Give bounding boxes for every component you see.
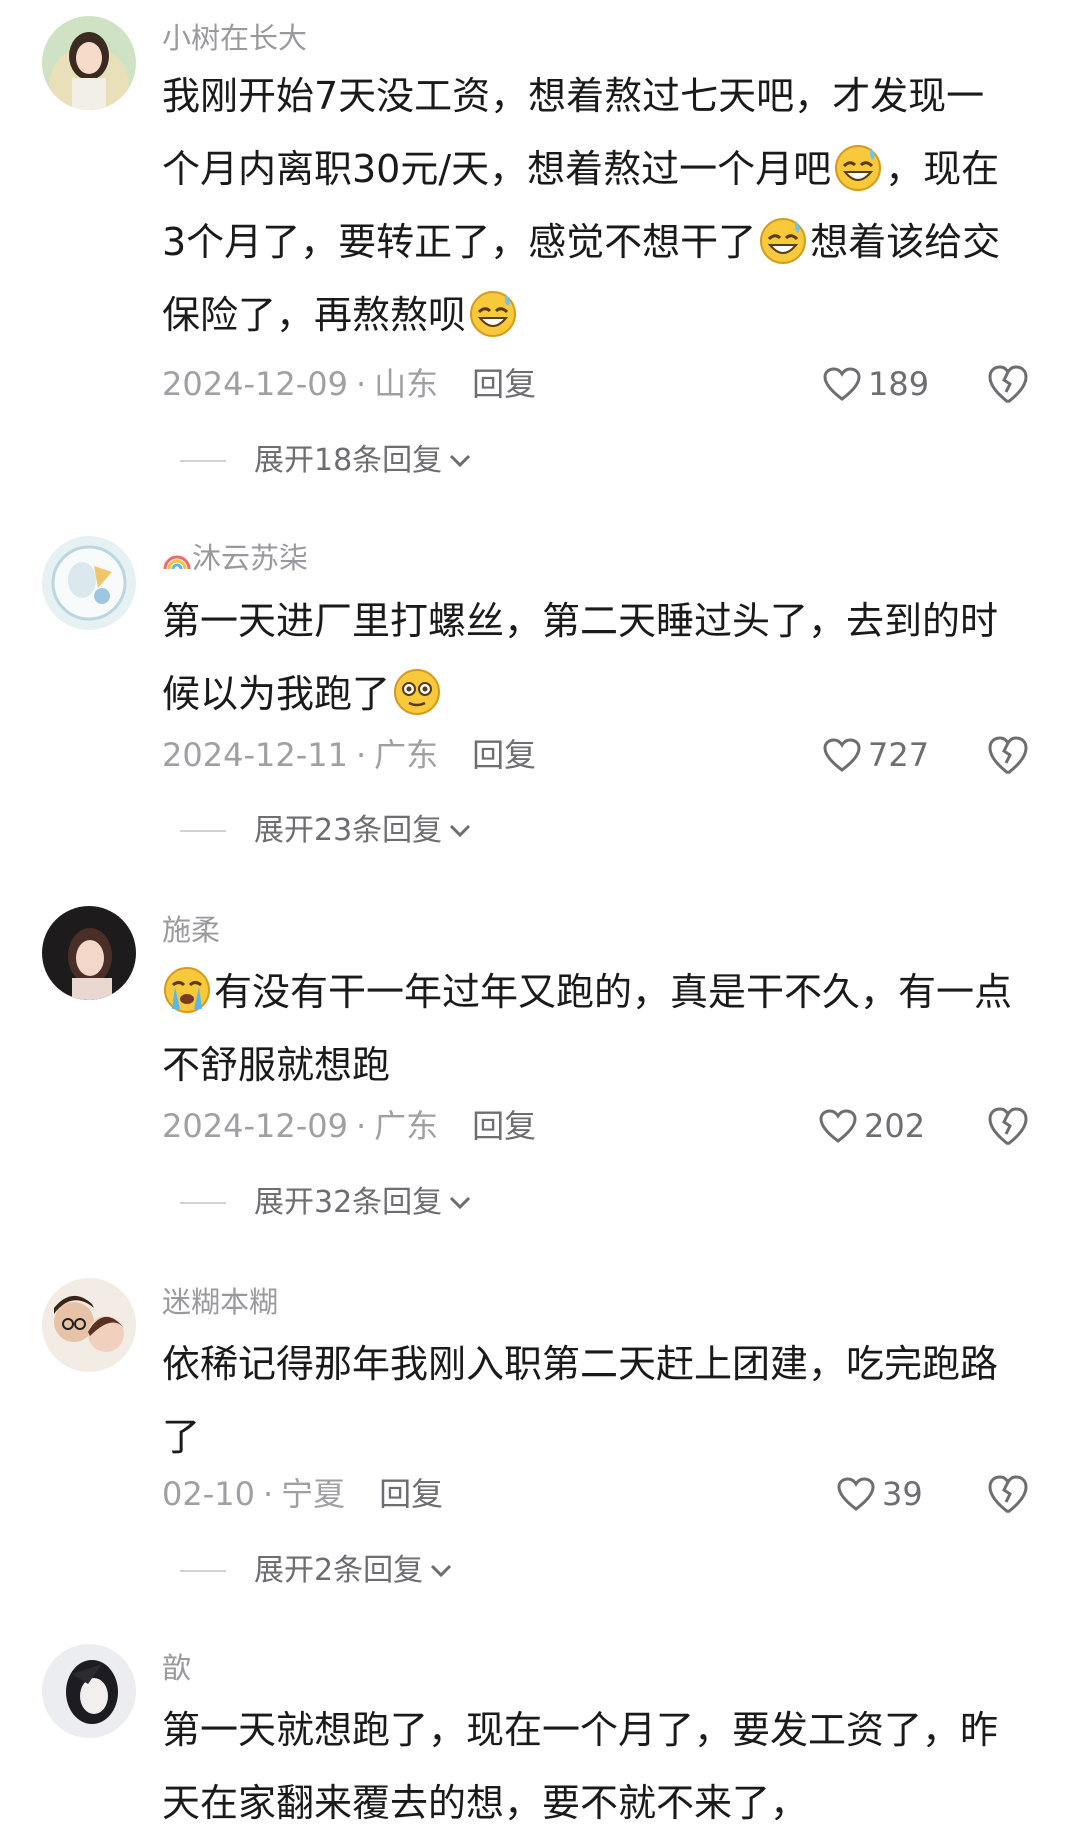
- comment-segment: 个月内离职30元/天，想着熬过一个月吧: [162, 147, 832, 191]
- comment-location: 山东: [374, 365, 439, 403]
- comment-location: 广东: [374, 736, 439, 774]
- username-text: 沐云苏柒: [192, 541, 309, 575]
- comment-line: 不舒服就想跑: [162, 1043, 391, 1087]
- comment-segment: 想着该给交: [810, 220, 1001, 264]
- avatar[interactable]: [42, 536, 136, 630]
- like-button[interactable]: 727: [822, 733, 929, 777]
- comment-line: 个月内离职30元/天，想着熬过一个月吧 ，现在: [162, 133, 1042, 206]
- divider: [180, 1202, 226, 1204]
- like-count: 202: [864, 1107, 926, 1145]
- broken-heart-icon[interactable]: [986, 362, 1030, 406]
- reply-button[interactable]: 回复: [379, 1475, 443, 1513]
- comment-segment: 3个月了，要转正了，感觉不想干了: [162, 220, 757, 264]
- sweat-grin-emoji-icon: [835, 145, 882, 191]
- sweat-grin-emoji-icon: [470, 291, 517, 337]
- expand-replies-button[interactable]: 展开32条回复: [180, 1182, 472, 1224]
- avatar[interactable]: [42, 1278, 136, 1372]
- comment-date: 2024-12-09: [162, 1107, 348, 1145]
- expand-replies-button[interactable]: 展开18条回复: [180, 440, 472, 482]
- heart-icon: [823, 738, 861, 772]
- comment-date: 02-10: [162, 1475, 255, 1513]
- divider: [180, 460, 226, 462]
- comment-line: 天在家翻来覆去的想，要不就不来了，: [162, 1781, 809, 1825]
- comment-line: 依稀记得那年我刚入职第二天赶上团建，吃完跑路: [162, 1342, 999, 1386]
- like-button[interactable]: 202: [818, 1104, 925, 1148]
- divider: [180, 830, 226, 832]
- broken-heart-icon[interactable]: [986, 1472, 1030, 1516]
- comment-meta: 2024-12-09 · 山东 回复: [162, 365, 537, 403]
- heart-icon: [837, 1477, 875, 1511]
- heart-icon: [823, 367, 861, 401]
- username[interactable]: 迷糊本糊: [162, 1282, 278, 1322]
- comment-text: 第一天进厂里打螺丝，第二天睡过头了，去到的时 候以为我跑了: [162, 585, 1042, 731]
- divider: [180, 1570, 226, 1572]
- comment-line: 第一天进厂里打螺丝，第二天睡过头了，去到的时: [162, 599, 999, 643]
- chevron-down-icon: [431, 1564, 452, 1578]
- like-count: 39: [882, 1475, 923, 1513]
- comment-text: 依稀记得那年我刚入职第二天赶上团建，吃完跑路 了: [162, 1328, 1042, 1474]
- broken-heart-icon[interactable]: [986, 733, 1030, 777]
- rainbow-icon: [163, 555, 191, 570]
- reply-button[interactable]: 回复: [472, 736, 536, 774]
- chevron-down-icon: [450, 824, 471, 838]
- username[interactable]: 小树在长大: [162, 18, 307, 58]
- like-button[interactable]: 189: [822, 362, 929, 406]
- comment-line: 候以为我跑了: [162, 658, 1042, 731]
- reply-button[interactable]: 回复: [472, 1107, 536, 1145]
- avatar[interactable]: [42, 1644, 136, 1738]
- comment-meta: 2024-12-11 · 广东 回复: [162, 736, 537, 774]
- crying-face-emoji-icon: [164, 967, 210, 1013]
- expand-label: 展开2条回复: [254, 1553, 424, 1588]
- comment-segment: 有没有干一年过年又跑的，真是干不久，有一点: [214, 970, 1013, 1014]
- comment-text: 我刚开始7天没工资，想着熬过七天吧，才发现一 个月内离职30元/天，想着熬过一个…: [162, 60, 1042, 352]
- like-button[interactable]: 39: [836, 1472, 923, 1516]
- heart-icon: [819, 1109, 857, 1143]
- username[interactable]: 沐云苏柒: [162, 538, 308, 578]
- username[interactable]: 施柔: [162, 910, 220, 950]
- expand-label: 展开18条回复: [254, 443, 443, 478]
- comment-list: 小树在长大 我刚开始7天没工资，想着熬过七天吧，才发现一 个月内离职30元/天，…: [0, 0, 1080, 1825]
- comment-line: 3个月了，要转正了，感觉不想干了 想着该给交: [162, 206, 1042, 279]
- username[interactable]: 歆: [162, 1648, 191, 1688]
- avatar[interactable]: [42, 906, 136, 1000]
- like-count: 189: [868, 365, 930, 403]
- like-count: 727: [868, 736, 930, 774]
- comment-text: 第一天就想跑了，现在一个月了，要发工资了，昨 天在家翻来覆去的想，要不就不来了，: [162, 1694, 1042, 1840]
- chevron-down-icon: [450, 1196, 471, 1210]
- avatar[interactable]: [42, 16, 136, 110]
- comment-line: 第一天就想跑了，现在一个月了，要发工资了，昨: [162, 1708, 999, 1752]
- expand-label: 展开32条回复: [254, 1185, 443, 1220]
- expand-replies-button[interactable]: 展开23条回复: [180, 810, 472, 852]
- comment-segment: 候以为我跑了: [162, 672, 391, 716]
- comment-line: 我刚开始7天没工资，想着熬过七天吧，才发现一: [162, 74, 985, 118]
- expand-label: 展开23条回复: [254, 813, 443, 848]
- comment-date: 2024-12-09: [162, 365, 348, 403]
- comment-location: 广东: [374, 1107, 439, 1145]
- comment-meta: 2024-12-09 · 广东 回复: [162, 1107, 537, 1145]
- reply-button[interactable]: 回复: [472, 365, 536, 403]
- comment-text: 有没有干一年过年又跑的，真是干不久，有一点 不舒服就想跑: [162, 956, 1042, 1102]
- sweat-grin-emoji-icon: [760, 218, 807, 264]
- broken-heart-icon[interactable]: [986, 1104, 1030, 1148]
- flushed-face-emoji-icon: [394, 669, 441, 715]
- comment-segment: ，现在: [885, 147, 1000, 191]
- comment-date: 2024-12-11: [162, 736, 348, 774]
- comment-location: 宁夏: [281, 1475, 346, 1513]
- comment-meta: 02-10 · 宁夏 回复: [162, 1475, 444, 1513]
- chevron-down-icon: [450, 454, 471, 468]
- comment-line: 了: [162, 1415, 201, 1459]
- comment-line: 保险了，再熬熬呗: [162, 279, 1042, 352]
- comment-line: 有没有干一年过年又跑的，真是干不久，有一点: [162, 956, 1042, 1029]
- comment-segment: 保险了，再熬熬呗: [162, 293, 467, 337]
- expand-replies-button[interactable]: 展开2条回复: [180, 1550, 453, 1592]
